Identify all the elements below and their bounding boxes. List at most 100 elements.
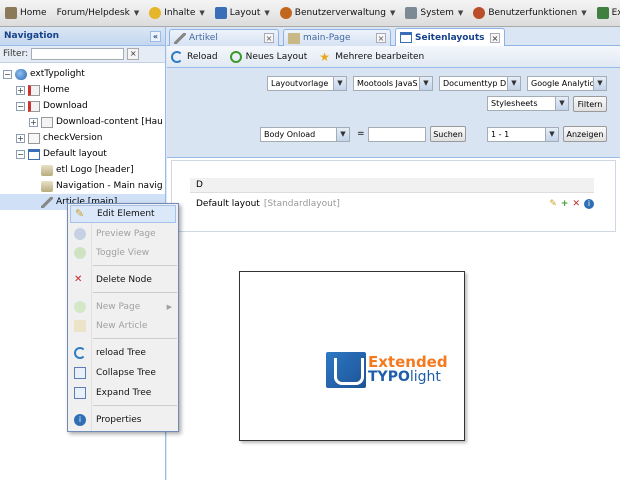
layoutvorlage-select[interactable]: Layoutvorlage ▼ xyxy=(267,76,347,91)
tree-expander[interactable]: + xyxy=(29,117,38,127)
extjs-icon xyxy=(596,7,609,19)
close-icon[interactable]: × xyxy=(490,32,500,43)
menu-item-preview-page[interactable]: Preview Page xyxy=(70,225,176,243)
tools-icon xyxy=(405,7,418,19)
menu-inhalte[interactable]: Inhalte ▼ xyxy=(144,0,210,26)
tree-node[interactable]: Navigation - Main navig xyxy=(0,178,165,194)
search-button[interactable]: Suchen xyxy=(430,126,466,142)
new-page-icon xyxy=(74,301,86,313)
close-icon[interactable]: × xyxy=(376,33,386,43)
menu-item-edit-element[interactable]: ✎ Edit Element xyxy=(70,205,176,223)
menu-separator xyxy=(93,338,177,339)
reload-icon xyxy=(171,50,183,63)
body-onload-select[interactable]: Body Onload ▼ xyxy=(260,127,350,142)
range-select[interactable]: 1 - 1 ▼ xyxy=(487,127,559,142)
info-icon[interactable]: i xyxy=(584,199,594,209)
analytics-select[interactable]: Google Analytic ▼ xyxy=(527,76,607,91)
extended-typolight-logo: Extended TYPOlight xyxy=(326,352,448,388)
chevron-down-icon: ▼ xyxy=(555,97,568,110)
menu-extjs-options[interactable]: ExtJs Options xyxy=(592,0,620,26)
tree-node[interactable]: + Download-content [Hau xyxy=(0,114,165,130)
edit-icon xyxy=(41,196,53,208)
tree-node[interactable]: − Default layout xyxy=(0,146,165,162)
delete-icon[interactable]: ✕ xyxy=(572,199,580,209)
stylesheets-select[interactable]: Stylesheets ▼ xyxy=(487,96,569,111)
tree-node[interactable]: − Download xyxy=(0,98,165,114)
menu-item-properties[interactable]: i Properties xyxy=(70,411,176,429)
table-row[interactable]: Default layout [Standardlayout] ✎ + ✕ i xyxy=(190,196,594,212)
search-input[interactable] xyxy=(368,127,426,142)
page-icon xyxy=(41,116,53,128)
tree-expander[interactable]: + xyxy=(16,85,25,95)
menu-system[interactable]: System ▼ xyxy=(400,0,468,26)
navigation-header: Navigation « xyxy=(0,27,165,46)
group-header: D xyxy=(190,178,594,193)
tree-expander[interactable]: − xyxy=(16,101,25,111)
chevron-down-icon: ▼ xyxy=(507,77,520,90)
layout-icon xyxy=(214,7,227,19)
mootools-select[interactable]: Mootools JavaS ▼ xyxy=(353,76,433,91)
reload-button[interactable]: Reload xyxy=(171,50,218,63)
page-icon xyxy=(28,100,40,112)
show-button[interactable]: Anzeigen xyxy=(563,126,607,142)
row-actions: ✎ + ✕ i xyxy=(545,199,594,209)
menu-item-new-article[interactable]: New Article xyxy=(70,317,176,335)
logo-wordmark: Extended TYPOlight xyxy=(368,355,448,385)
new-layout-button[interactable]: Neues Layout xyxy=(229,50,307,63)
filter-clear-button[interactable]: × xyxy=(127,48,140,60)
chevron-down-icon: ▼ xyxy=(133,9,140,17)
add-icon[interactable]: + xyxy=(561,199,569,209)
chevron-down-icon: ▼ xyxy=(593,77,606,90)
tree-node[interactable]: − extTypolight xyxy=(0,66,165,82)
navigation-title: Navigation xyxy=(4,31,60,41)
doctype-select[interactable]: Documenttyp D ▼ xyxy=(439,76,521,91)
menu-item-new-page[interactable]: New Page ▶ xyxy=(70,298,176,316)
tab-seitenlayouts[interactable]: Seitenlayouts × xyxy=(395,28,505,46)
edit-icon[interactable]: ✎ xyxy=(549,199,557,209)
reload-icon xyxy=(74,347,86,359)
menu-home[interactable]: Home xyxy=(0,0,52,26)
menu-item-expand-tree[interactable]: Expand Tree xyxy=(70,384,176,402)
tree-node[interactable]: + Home xyxy=(0,82,165,98)
menu-benutzerfunktionen[interactable]: Benutzerfunktionen ▼ xyxy=(468,0,591,26)
equals-sign: = xyxy=(357,129,365,139)
home-icon xyxy=(288,32,300,44)
layout-icon xyxy=(28,148,40,160)
tab-strip: Artikel × main-Page × Seitenlayouts × xyxy=(167,27,620,46)
menu-item-collapse-tree[interactable]: Collapse Tree xyxy=(70,364,176,382)
module-icon xyxy=(41,180,53,192)
chevron-down-icon: ▼ xyxy=(457,9,464,17)
chevron-down-icon: ▼ xyxy=(336,128,349,141)
close-icon[interactable]: × xyxy=(264,33,274,43)
logo-mark xyxy=(326,352,366,388)
filter-label: Filter: xyxy=(3,49,29,59)
tree-expander[interactable]: − xyxy=(16,149,25,159)
tab-artikel[interactable]: Artikel × xyxy=(169,29,279,46)
edit-multiple-button[interactable]: ★ Mehrere bearbeiten xyxy=(319,51,424,63)
filter-button[interactable]: Filtern xyxy=(573,96,607,112)
tree-node[interactable]: + checkVersion xyxy=(0,130,165,146)
chevron-down-icon: ▼ xyxy=(199,9,205,17)
layout-icon xyxy=(400,32,412,43)
context-menu: ✎ Edit Element Preview Page Toggle View … xyxy=(67,203,179,432)
menu-benutzerverwaltung[interactable]: Benutzerverwaltung ▼ xyxy=(275,0,401,26)
edit-icon: ✎ xyxy=(75,207,85,220)
home-icon xyxy=(5,7,17,19)
tree-node[interactable]: etl Logo [header] xyxy=(0,162,165,178)
menu-item-delete-node[interactable]: ✕ Delete Node xyxy=(70,271,176,289)
filter-panel: Layoutvorlage ▼ Mootools JavaS ▼ Documen… xyxy=(167,68,620,158)
logo-preview: Extended TYPOlight xyxy=(239,271,465,441)
menu-item-reload-tree[interactable]: reload Tree xyxy=(70,344,176,362)
tree-expander[interactable]: − xyxy=(3,69,12,79)
user-functions-icon xyxy=(473,7,486,19)
star-icon: ★ xyxy=(319,49,331,64)
info-icon: i xyxy=(74,414,86,426)
menu-item-toggle-view[interactable]: Toggle View xyxy=(70,244,176,262)
menu-layout[interactable]: Layout ▼ xyxy=(210,0,275,26)
tab-main-page[interactable]: main-Page × xyxy=(283,29,391,46)
tree-expander[interactable]: + xyxy=(16,133,25,143)
filter-input[interactable] xyxy=(31,48,125,60)
menu-forum[interactable]: Forum/Helpdesk ▼ xyxy=(52,0,145,26)
delete-icon: ✕ xyxy=(74,274,83,285)
collapse-panel-button[interactable]: « xyxy=(150,30,161,42)
